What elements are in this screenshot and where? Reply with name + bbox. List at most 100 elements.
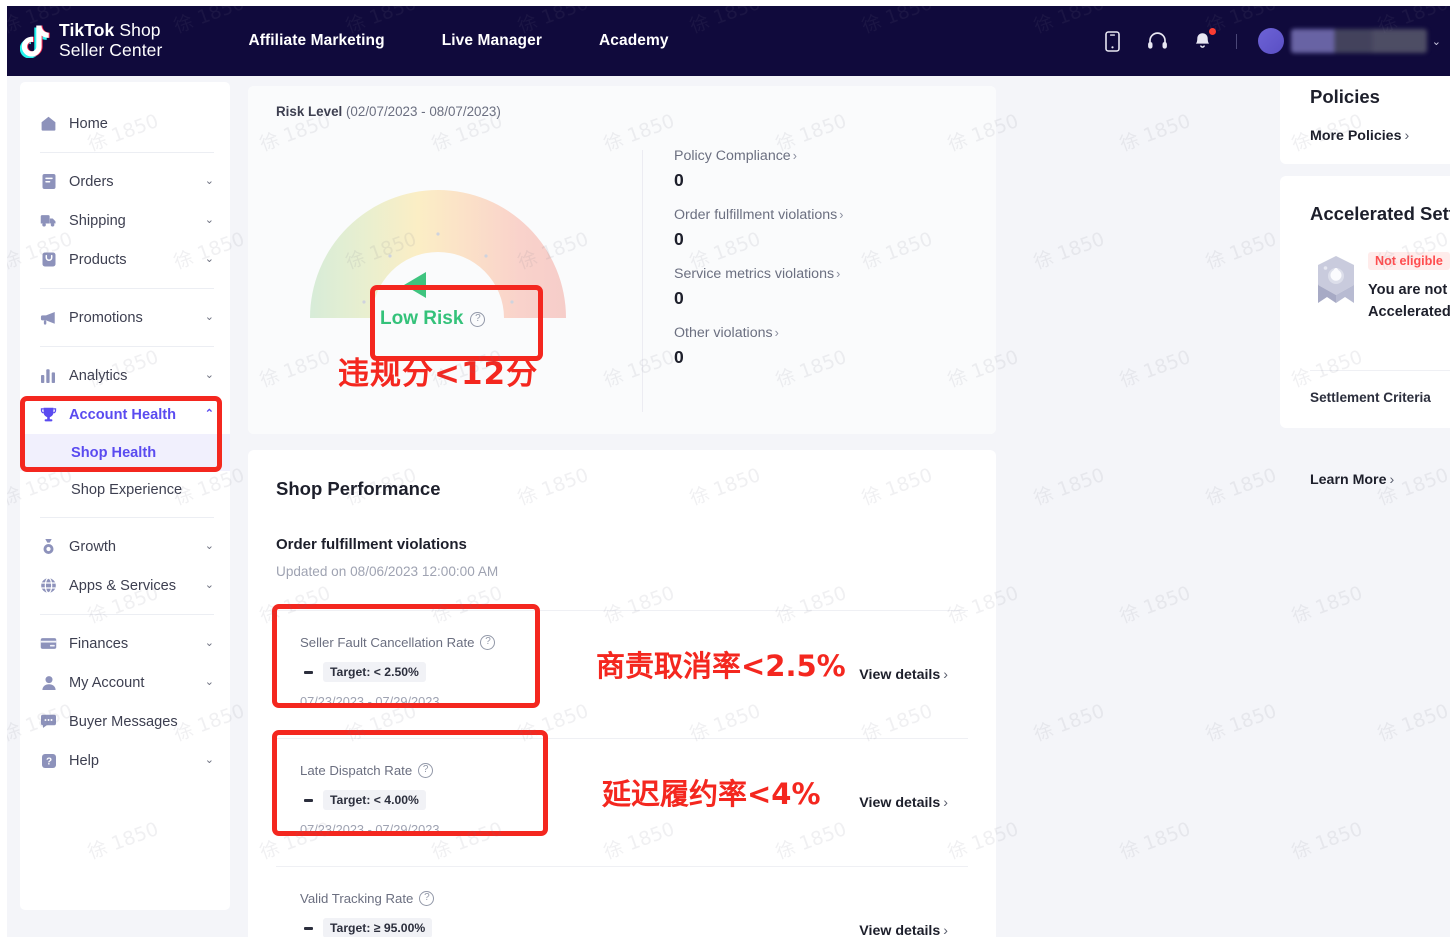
sidebar-item-help[interactable]: ? Help ⌄ <box>20 741 230 780</box>
metric-date-range: 07/23/2023 - 07/29/2023 <box>300 822 440 837</box>
phone-icon[interactable] <box>1101 29 1125 53</box>
page-bottom-strip <box>0 937 1455 946</box>
chevron-up-icon: ⌃ <box>204 408 214 420</box>
nav-affiliate-marketing[interactable]: Affiliate Marketing <box>248 32 384 50</box>
sidebar-subitem-label: Shop Experience <box>71 481 183 498</box>
help-icon[interactable]: ? <box>418 763 434 778</box>
promotions-icon <box>40 309 57 326</box>
sidebar-item-apps-services[interactable]: Apps & Services ⌄ <box>20 566 230 605</box>
learn-more-label: Learn More <box>1310 472 1387 488</box>
products-icon <box>40 251 57 268</box>
header-actions: ⌄ <box>1101 28 1441 54</box>
metric-label: Seller Fault Cancellation Rate <box>300 635 475 650</box>
annotation-violation-score: 违规分<12分 <box>338 356 539 392</box>
metric-label: Late Dispatch Rate <box>300 763 413 778</box>
page-frame-top <box>0 0 1455 6</box>
sidebar-divider <box>40 614 214 615</box>
nav-academy[interactable]: Academy <box>599 32 669 50</box>
sidebar-item-label: Orders <box>69 173 114 190</box>
sidebar-item-my-account[interactable]: My Account ⌄ <box>20 663 230 702</box>
sidebar-item-growth[interactable]: Growth ⌄ <box>20 527 230 566</box>
sidebar-item-promotions[interactable]: Promotions ⌄ <box>20 298 230 337</box>
chevron-down-icon: ⌄ <box>204 175 214 187</box>
sidebar-divider <box>40 152 214 153</box>
analytics-icon <box>40 367 57 384</box>
violation-link[interactable]: Other violations › <box>674 325 843 341</box>
headset-icon[interactable] <box>1146 29 1170 53</box>
metric-value-placeholder <box>304 670 313 674</box>
chevron-down-icon: ⌄ <box>204 253 214 265</box>
avatar <box>1257 28 1284 54</box>
metric-value-placeholder <box>304 798 313 802</box>
chevron-right-icon: › <box>836 267 841 281</box>
view-details-link[interactable]: View details › <box>859 795 948 811</box>
user-menu[interactable]: ⌄ <box>1257 28 1441 54</box>
sidebar-item-label: Finances <box>69 635 129 652</box>
sidebar-item-shop-experience[interactable]: Shop Experience <box>20 471 230 508</box>
risk-level-status-text: Low Risk <box>380 308 464 329</box>
bell-icon[interactable] <box>1191 28 1216 53</box>
growth-icon <box>40 538 57 555</box>
metric-row: Valid Tracking Rate ? Target: ≥ 95.00% 0… <box>276 866 968 946</box>
sidebar-item-analytics[interactable]: Analytics ⌄ <box>20 356 230 395</box>
help-icon[interactable]: ? <box>419 891 435 906</box>
violation-count: 0 <box>674 170 684 190</box>
username-redacted <box>1290 29 1427 53</box>
chevron-down-icon: ⌄ <box>204 676 214 688</box>
sidebar-item-home[interactable]: Home <box>20 104 230 143</box>
chevron-down-icon: ⌄ <box>204 579 214 591</box>
sidebar-item-label: Promotions <box>69 309 143 326</box>
page-frame-right <box>1450 0 1455 946</box>
page-title: Shop Performance <box>276 478 441 499</box>
annotation-cancellation-rate: 商责取消率<2.5% <box>596 649 846 683</box>
risk-gauge <box>304 172 572 322</box>
message-icon <box>40 713 57 730</box>
learn-more-link[interactable]: Learn More › <box>1310 472 1394 488</box>
sidebar-item-shipping[interactable]: Shipping ⌄ <box>20 201 230 240</box>
accelerated-settlement-card: Accelerated Settlement Not eligible You … <box>1280 176 1455 428</box>
help-icon[interactable]: ? <box>480 635 496 650</box>
settlement-badge-icon <box>1312 254 1360 306</box>
sidebar-item-buyer-messages[interactable]: Buyer Messages <box>20 702 230 741</box>
metric-row: Seller Fault Cancellation Rate ? Target:… <box>276 610 968 738</box>
violation-label: Service metrics violations <box>674 266 835 282</box>
sidebar-item-label: Analytics <box>69 367 128 384</box>
sidebar-item-label: Products <box>69 251 127 268</box>
section-title: Order fulfillment violations <box>276 536 467 553</box>
home-icon <box>40 115 57 132</box>
more-policies-label: More Policies <box>1310 128 1402 144</box>
chevron-right-icon: › <box>1389 472 1395 488</box>
more-policies-link[interactable]: More Policies › <box>1310 128 1409 144</box>
nav-live-manager[interactable]: Live Manager <box>442 32 542 50</box>
top-navigation-bar: TikTok Shop Seller Center Affiliate Mark… <box>0 6 1455 76</box>
shop-performance-card: Shop Performance Order fulfillment viola… <box>248 450 996 946</box>
sidebar-item-products[interactable]: Products ⌄ <box>20 240 230 279</box>
chevron-right-icon: › <box>774 326 779 340</box>
chevron-down-icon: ⌄ <box>1431 35 1441 48</box>
sidebar-item-label: Account Health <box>69 406 177 423</box>
chevron-right-icon: › <box>943 794 948 811</box>
svg-text:?: ? <box>45 756 51 767</box>
view-details-label: View details <box>859 666 941 683</box>
help-icon[interactable]: ? <box>470 311 486 327</box>
sidebar-item-shop-health[interactable]: Shop Health <box>20 434 230 471</box>
violation-link[interactable]: Service metrics violations › <box>674 266 843 282</box>
violation-link[interactable]: Order fulfillment violations › <box>674 207 843 223</box>
sidebar-item-account-health[interactable]: Account Health ⌃ <box>20 395 230 434</box>
last-updated-text: Updated on 08/06/2023 12:00:00 AM <box>276 564 499 579</box>
sidebar-item-label: Apps & Services <box>69 577 177 594</box>
brand-subtitle: Seller Center <box>59 40 163 60</box>
metric-target: Target: ≥ 95.00% <box>323 918 433 938</box>
sidebar-subitem-label: Shop Health <box>71 444 157 461</box>
violation-item-service-metrics: Service metrics violations › 0 <box>674 266 843 309</box>
risk-level-card: Risk Level (02/07/2023 - 08/07/2023) Low… <box>248 86 996 434</box>
chevron-down-icon: ⌄ <box>204 637 214 649</box>
chevron-down-icon: ⌄ <box>204 754 214 766</box>
sidebar-item-finances[interactable]: Finances ⌄ <box>20 624 230 663</box>
sidebar-item-orders[interactable]: Orders ⌄ <box>20 162 230 201</box>
chevron-right-icon: › <box>839 208 844 222</box>
view-details-link[interactable]: View details › <box>859 667 948 683</box>
metric-target: Target: < 4.00% <box>323 790 426 810</box>
brand-logo[interactable]: TikTok Shop Seller Center <box>20 21 162 60</box>
violation-link[interactable]: Policy Compliance › <box>674 148 843 164</box>
